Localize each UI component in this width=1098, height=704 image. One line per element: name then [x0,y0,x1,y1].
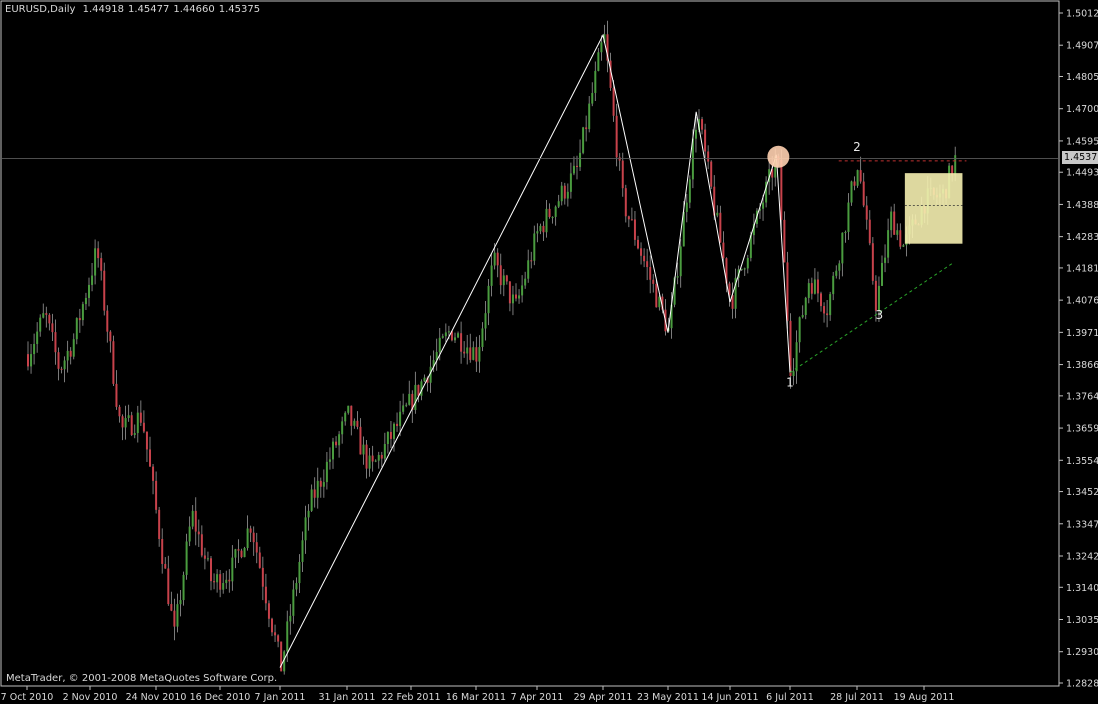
plot-frame [0,0,1060,687]
x-tick-label: 22 Feb 2011 [381,692,440,703]
chart-window: 123 1.501201.490701.480501.470001.459501… [0,0,1098,704]
low-value: 1.44660 [173,4,215,15]
close-value: 1.45375 [218,4,261,15]
y-tick-label: 1.34520 [1066,487,1098,498]
y-tick-label: 1.49070 [1066,41,1098,52]
pattern-label-1: 1 [786,376,794,390]
high-value: 1.45477 [127,4,170,15]
y-tick-label: 1.30350 [1066,615,1098,626]
consolidation-box [904,173,963,244]
copyright-text: MetaTrader, © 2001-2008 MetaQuotes Softw… [6,673,278,684]
y-tick-label: 1.44930 [1066,168,1098,179]
y-tick-label: 1.48050 [1066,72,1098,83]
y-tick-label: 1.32420 [1066,551,1098,562]
y-tick-label: 1.33470 [1066,519,1098,530]
candle [283,650,286,675]
pattern-label-2: 2 [853,140,861,154]
candle [871,237,874,285]
x-tick-label: 2 Nov 2010 [63,692,118,703]
y-tick-label: 1.43880 [1066,200,1098,211]
y-tick-label: 1.41810 [1066,263,1098,274]
y-tick-label: 1.50120 [1066,9,1098,20]
candle [850,180,853,206]
y-tick-label: 1.31400 [1066,583,1098,594]
open-value: 1.44918 [82,4,124,15]
x-tick-label: 16 Dec 2010 [190,692,251,703]
y-tick-label: 1.42830 [1066,232,1098,243]
y-tick-label: 1.39710 [1066,328,1098,339]
x-tick-label: 19 Aug 2011 [894,692,955,703]
x-axis: 7 Oct 2010 2 Nov 2010 24 Nov 2010 16 Dec 20… [1,686,955,703]
candle [710,160,713,190]
x-tick-label: 31 Jan 2011 [319,692,376,703]
y-tick-label: 1.45950 [1066,136,1098,147]
x-tick-label: 24 Nov 2010 [126,692,187,703]
y-tick-label: 1.35540 [1066,456,1098,467]
y-tick-label: 1.28280 [1066,679,1098,690]
x-tick-label: 16 Mar 2011 [446,692,506,703]
x-tick-label: 28 Jul 2011 [830,692,884,703]
x-tick-label: 14 Jun 2011 [701,692,758,703]
candle [582,126,585,155]
x-tick-label: 6 Jul 2011 [766,692,814,703]
x-tick-label: 7 Apr 2011 [511,692,564,703]
y-tick-label: 1.36590 [1066,424,1098,435]
y-tick-label: 1.47000 [1066,104,1098,115]
highlight-circle [767,145,790,168]
candle [112,335,115,386]
candle [243,546,246,558]
y-tick-label: 1.37640 [1066,391,1098,402]
x-tick-label: 23 May 2011 [637,692,699,703]
y-axis: 1.50120 1.49070 1.48050 1.47000 1.45950 1.449… [1059,9,1098,690]
candle [856,169,859,188]
x-tick-label: 29 Apr 2011 [574,692,633,703]
pattern-label-3: 3 [875,308,883,322]
x-tick-label: 7 Jan 2011 [255,692,306,703]
y-tick-label: 1.40760 [1066,296,1098,307]
price-chart[interactable]: 123 1.501201.490701.480501.470001.459501… [0,0,1098,704]
symbol-label: EURUSD,Daily [5,4,76,15]
y-tick-label: 1.38660 [1066,360,1098,371]
chart-header: EURUSD,Daily 1.44918 1.45477 1.44660 1.4537… [5,4,264,15]
x-tick-label: 7 Oct 2010 [1,692,54,703]
last-price-tag: 1.45375 [1062,151,1098,164]
y-tick-label: 1.29300 [1066,647,1098,658]
candle [130,411,133,437]
